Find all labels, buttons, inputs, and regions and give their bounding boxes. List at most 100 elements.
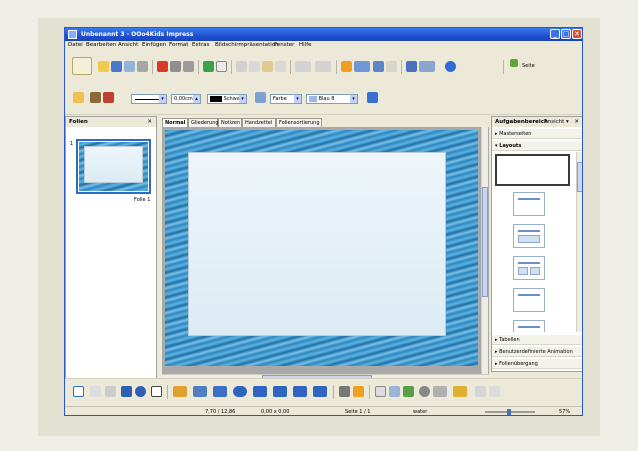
menu-format[interactable]: Format <box>169 42 188 48</box>
scrollbar-thumb[interactable] <box>482 187 488 297</box>
close-icon[interactable]: ✕ <box>147 117 152 127</box>
table-icon[interactable] <box>354 61 370 72</box>
slide-button-label[interactable]: Seite <box>522 63 535 69</box>
menu-ansicht[interactable]: Ansicht <box>118 42 138 48</box>
layout-two-columns[interactable] <box>513 256 545 280</box>
menu-bildschirmpraesentation[interactable]: Bildschirmpräsentation <box>215 42 279 48</box>
flowchart-icon[interactable] <box>273 386 287 397</box>
new-slide-icon[interactable] <box>510 59 518 67</box>
email-icon[interactable] <box>124 61 135 72</box>
task-panel-view-menu[interactable]: Ansicht <box>544 117 564 127</box>
styles-icon[interactable] <box>73 92 84 103</box>
maximize-button[interactable]: □ <box>561 29 571 39</box>
slide-thumbnail[interactable] <box>76 139 151 194</box>
tab-handzettel[interactable]: Handzettel <box>242 118 276 127</box>
print-preview-icon[interactable] <box>183 61 194 72</box>
layouts-scrollbar[interactable] <box>576 152 582 332</box>
interaction-icon[interactable] <box>489 386 500 397</box>
close-button[interactable]: ✕ <box>572 29 582 39</box>
chevron-down-icon[interactable]: ▾ <box>566 117 569 127</box>
gallery-icon[interactable] <box>403 386 414 397</box>
zoom-level[interactable]: 57% <box>559 407 570 415</box>
menu-hilfe[interactable]: Hilfe <box>299 42 312 48</box>
line-width-input[interactable]: 0,00cm ▴ <box>171 94 201 104</box>
save-icon[interactable] <box>111 61 122 72</box>
area-icon[interactable] <box>255 92 266 103</box>
new-document-icon[interactable] <box>72 57 92 75</box>
menu-einfuegen[interactable]: Einfügen <box>142 42 166 48</box>
fontwork-icon[interactable] <box>375 386 386 397</box>
fill-color-select[interactable]: Blau 8 ▾ <box>306 94 358 104</box>
panel-splitter[interactable] <box>157 116 161 404</box>
layout-blank[interactable] <box>495 154 570 186</box>
points-edit-icon[interactable] <box>339 386 350 397</box>
copy-icon[interactable] <box>249 61 260 72</box>
extrusion-icon[interactable] <box>475 386 486 397</box>
block-arrows-icon[interactable] <box>253 386 267 397</box>
tab-foliensortierung[interactable]: Foliensortierung <box>276 118 322 127</box>
shadow-icon[interactable] <box>367 92 378 103</box>
close-icon[interactable]: ✕ <box>574 117 579 127</box>
layout-title-text[interactable] <box>513 288 545 312</box>
helplines-icon[interactable] <box>386 61 397 72</box>
callouts-icon[interactable] <box>293 386 307 397</box>
insert-image-icon[interactable] <box>389 386 400 397</box>
paste-icon[interactable] <box>262 61 273 72</box>
tab-notizen[interactable]: Notizen <box>218 118 242 127</box>
undo-icon[interactable] <box>295 61 311 72</box>
text-tool-icon[interactable] <box>151 386 162 397</box>
menu-extras[interactable]: Extras <box>192 42 209 48</box>
section-tabellen[interactable]: ▸ Tabellen <box>492 335 582 345</box>
scrollbar-thumb[interactable] <box>577 162 582 192</box>
chart-icon[interactable] <box>341 61 352 72</box>
layout-title-content[interactable] <box>513 224 545 248</box>
line-style-select[interactable]: ▾ <box>131 94 167 104</box>
print-icon[interactable] <box>170 61 181 72</box>
tab-gliederung[interactable]: Gliederung <box>188 118 219 127</box>
cut-icon[interactable] <box>236 61 247 72</box>
line-arrow-tool-icon[interactable] <box>105 386 116 397</box>
display-grid-icon[interactable] <box>373 61 384 72</box>
open-folder-icon[interactable] <box>98 61 109 72</box>
zoom-slider[interactable] <box>485 409 535 415</box>
basic-shapes-icon[interactable] <box>213 386 227 397</box>
arrow-style-icon[interactable] <box>103 92 114 103</box>
fill-type-select[interactable]: Farbe ▾ <box>270 94 302 104</box>
rectangle-tool-icon[interactable] <box>121 386 132 397</box>
line-icon[interactable] <box>90 92 101 103</box>
zoom-icon[interactable] <box>419 61 435 72</box>
line-tool-icon[interactable] <box>90 386 101 397</box>
stars-icon[interactable] <box>313 386 327 397</box>
menu-fenster[interactable]: Fenster <box>274 42 294 48</box>
alignment-icon[interactable] <box>433 386 447 397</box>
menu-bearbeiten[interactable]: Bearbeiten <box>86 42 116 48</box>
minimize-button[interactable]: _ <box>550 29 560 39</box>
symbol-shapes-icon[interactable] <box>233 386 247 397</box>
slide-content-area[interactable] <box>188 152 446 336</box>
help-icon[interactable] <box>445 61 456 72</box>
line-color-select[interactable]: Schwarz ▾ <box>207 94 247 104</box>
section-animation[interactable]: ▸ Benutzerdefinierte Animation <box>492 347 582 357</box>
editor-vertical-scrollbar[interactable] <box>481 127 488 374</box>
export-pdf-icon[interactable] <box>157 61 168 72</box>
navigator-icon[interactable] <box>406 61 417 72</box>
ellipse-tool-icon[interactable] <box>135 386 146 397</box>
tab-normal[interactable]: Normal <box>162 118 188 127</box>
layout-title-only[interactable] <box>513 192 545 216</box>
format-paintbrush-icon[interactable] <box>275 61 286 72</box>
redo-icon[interactable] <box>315 61 331 72</box>
autospellcheck-icon[interactable] <box>216 61 227 72</box>
edit-file-icon[interactable] <box>137 61 148 72</box>
curve-tool-icon[interactable] <box>173 386 187 397</box>
select-arrow-icon[interactable] <box>73 386 84 397</box>
layout-title-object[interactable] <box>513 320 545 332</box>
rotate-icon[interactable] <box>419 386 430 397</box>
glue-points-icon[interactable] <box>353 386 364 397</box>
spellcheck-icon[interactable] <box>203 61 214 72</box>
connector-tool-icon[interactable] <box>193 386 207 397</box>
slide-editor[interactable] <box>162 127 489 374</box>
zoom-slider-handle[interactable] <box>507 409 511 415</box>
section-layouts[interactable]: ▾ Layouts <box>492 141 582 151</box>
section-folienuebergang[interactable]: ▸ Folienübergang <box>492 359 582 369</box>
arrange-icon[interactable] <box>453 386 467 397</box>
